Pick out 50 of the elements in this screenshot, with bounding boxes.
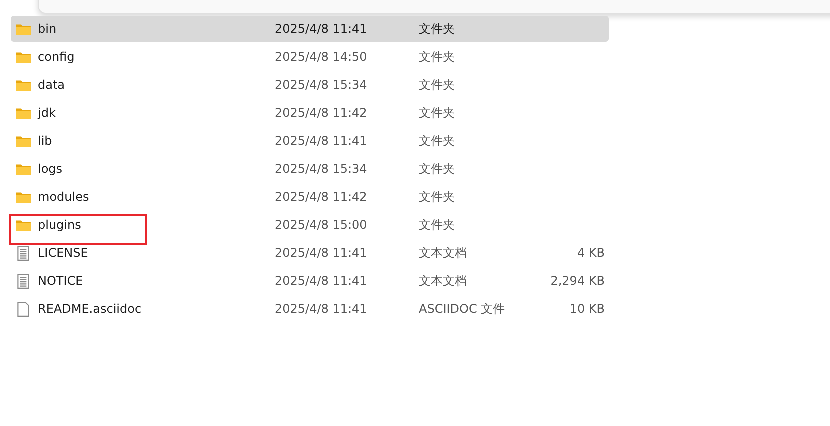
file-type: 文件夹: [419, 20, 456, 38]
modified-date: 2025/4/8 11:41: [275, 302, 368, 316]
file-type: 文件夹: [419, 188, 456, 206]
modified-date: 2025/4/8 15:00: [275, 218, 368, 232]
document-icon: [15, 300, 32, 318]
file-type: 文件夹: [419, 216, 456, 234]
file-name: NOTICE: [38, 274, 84, 288]
file-row[interactable]: logs 2025/4/8 15:34 文件夹: [11, 156, 609, 182]
file-name: lib: [38, 134, 52, 148]
file-row[interactable]: jdk 2025/4/8 11:42 文件夹: [11, 100, 609, 126]
file-row[interactable]: data 2025/4/8 15:34 文件夹: [11, 72, 609, 98]
modified-date: 2025/4/8 11:41: [275, 22, 368, 36]
file-name: README.asciidoc: [38, 302, 142, 316]
file-type: 文本文档: [419, 244, 468, 262]
file-type: 文件夹: [419, 160, 456, 178]
text-document-icon: [15, 244, 32, 262]
file-type: ASCIIDOC 文件: [419, 300, 506, 318]
modified-date: 2025/4/8 11:42: [275, 106, 368, 120]
file-row[interactable]: bin 2025/4/8 11:41 文件夹: [11, 16, 609, 42]
modified-date: 2025/4/8 11:41: [275, 246, 368, 260]
file-type: 文件夹: [419, 76, 456, 94]
modified-date: 2025/4/8 11:41: [275, 274, 368, 288]
modified-date: 2025/4/8 11:41: [275, 134, 368, 148]
file-name: plugins: [38, 218, 82, 232]
file-name: LICENSE: [38, 246, 88, 260]
file-name: modules: [38, 190, 90, 204]
file-row[interactable]: lib 2025/4/8 11:41 文件夹: [11, 128, 609, 154]
file-type: 文件夹: [419, 132, 456, 150]
file-name: bin: [38, 22, 57, 36]
file-type: 文本文档: [419, 272, 468, 290]
file-row[interactable]: modules 2025/4/8 11:42 文件夹: [11, 184, 609, 210]
modified-date: 2025/4/8 14:50: [275, 50, 368, 64]
file-name: config: [38, 50, 75, 64]
file-size: 4 KB: [577, 246, 605, 260]
file-row[interactable]: LICENSE 2025/4/8 11:41 文本文档 4 KB: [11, 240, 609, 266]
file-size: 2,294 KB: [550, 274, 605, 288]
modified-date: 2025/4/8 15:34: [275, 78, 368, 92]
modified-date: 2025/4/8 11:42: [275, 190, 368, 204]
text-document-icon: [15, 272, 32, 290]
file-name: jdk: [38, 106, 56, 120]
modified-date: 2025/4/8 15:34: [275, 162, 368, 176]
file-row[interactable]: README.asciidoc 2025/4/8 11:41 ASCIIDOC 文件 10 KB: [11, 296, 609, 322]
file-type: 文件夹: [419, 48, 456, 66]
file-type: 文件夹: [419, 104, 456, 122]
file-name: data: [38, 78, 66, 92]
file-row[interactable]: config 2025/4/8 14:50 文件夹: [11, 44, 609, 70]
file-row[interactable]: plugins 2025/4/8 15:00 文件夹: [11, 212, 609, 238]
file-row[interactable]: NOTICE 2025/4/8 11:41 文本文档 2,294 KB: [11, 268, 609, 294]
file-size: 10 KB: [570, 302, 605, 316]
file-name: logs: [38, 162, 63, 176]
